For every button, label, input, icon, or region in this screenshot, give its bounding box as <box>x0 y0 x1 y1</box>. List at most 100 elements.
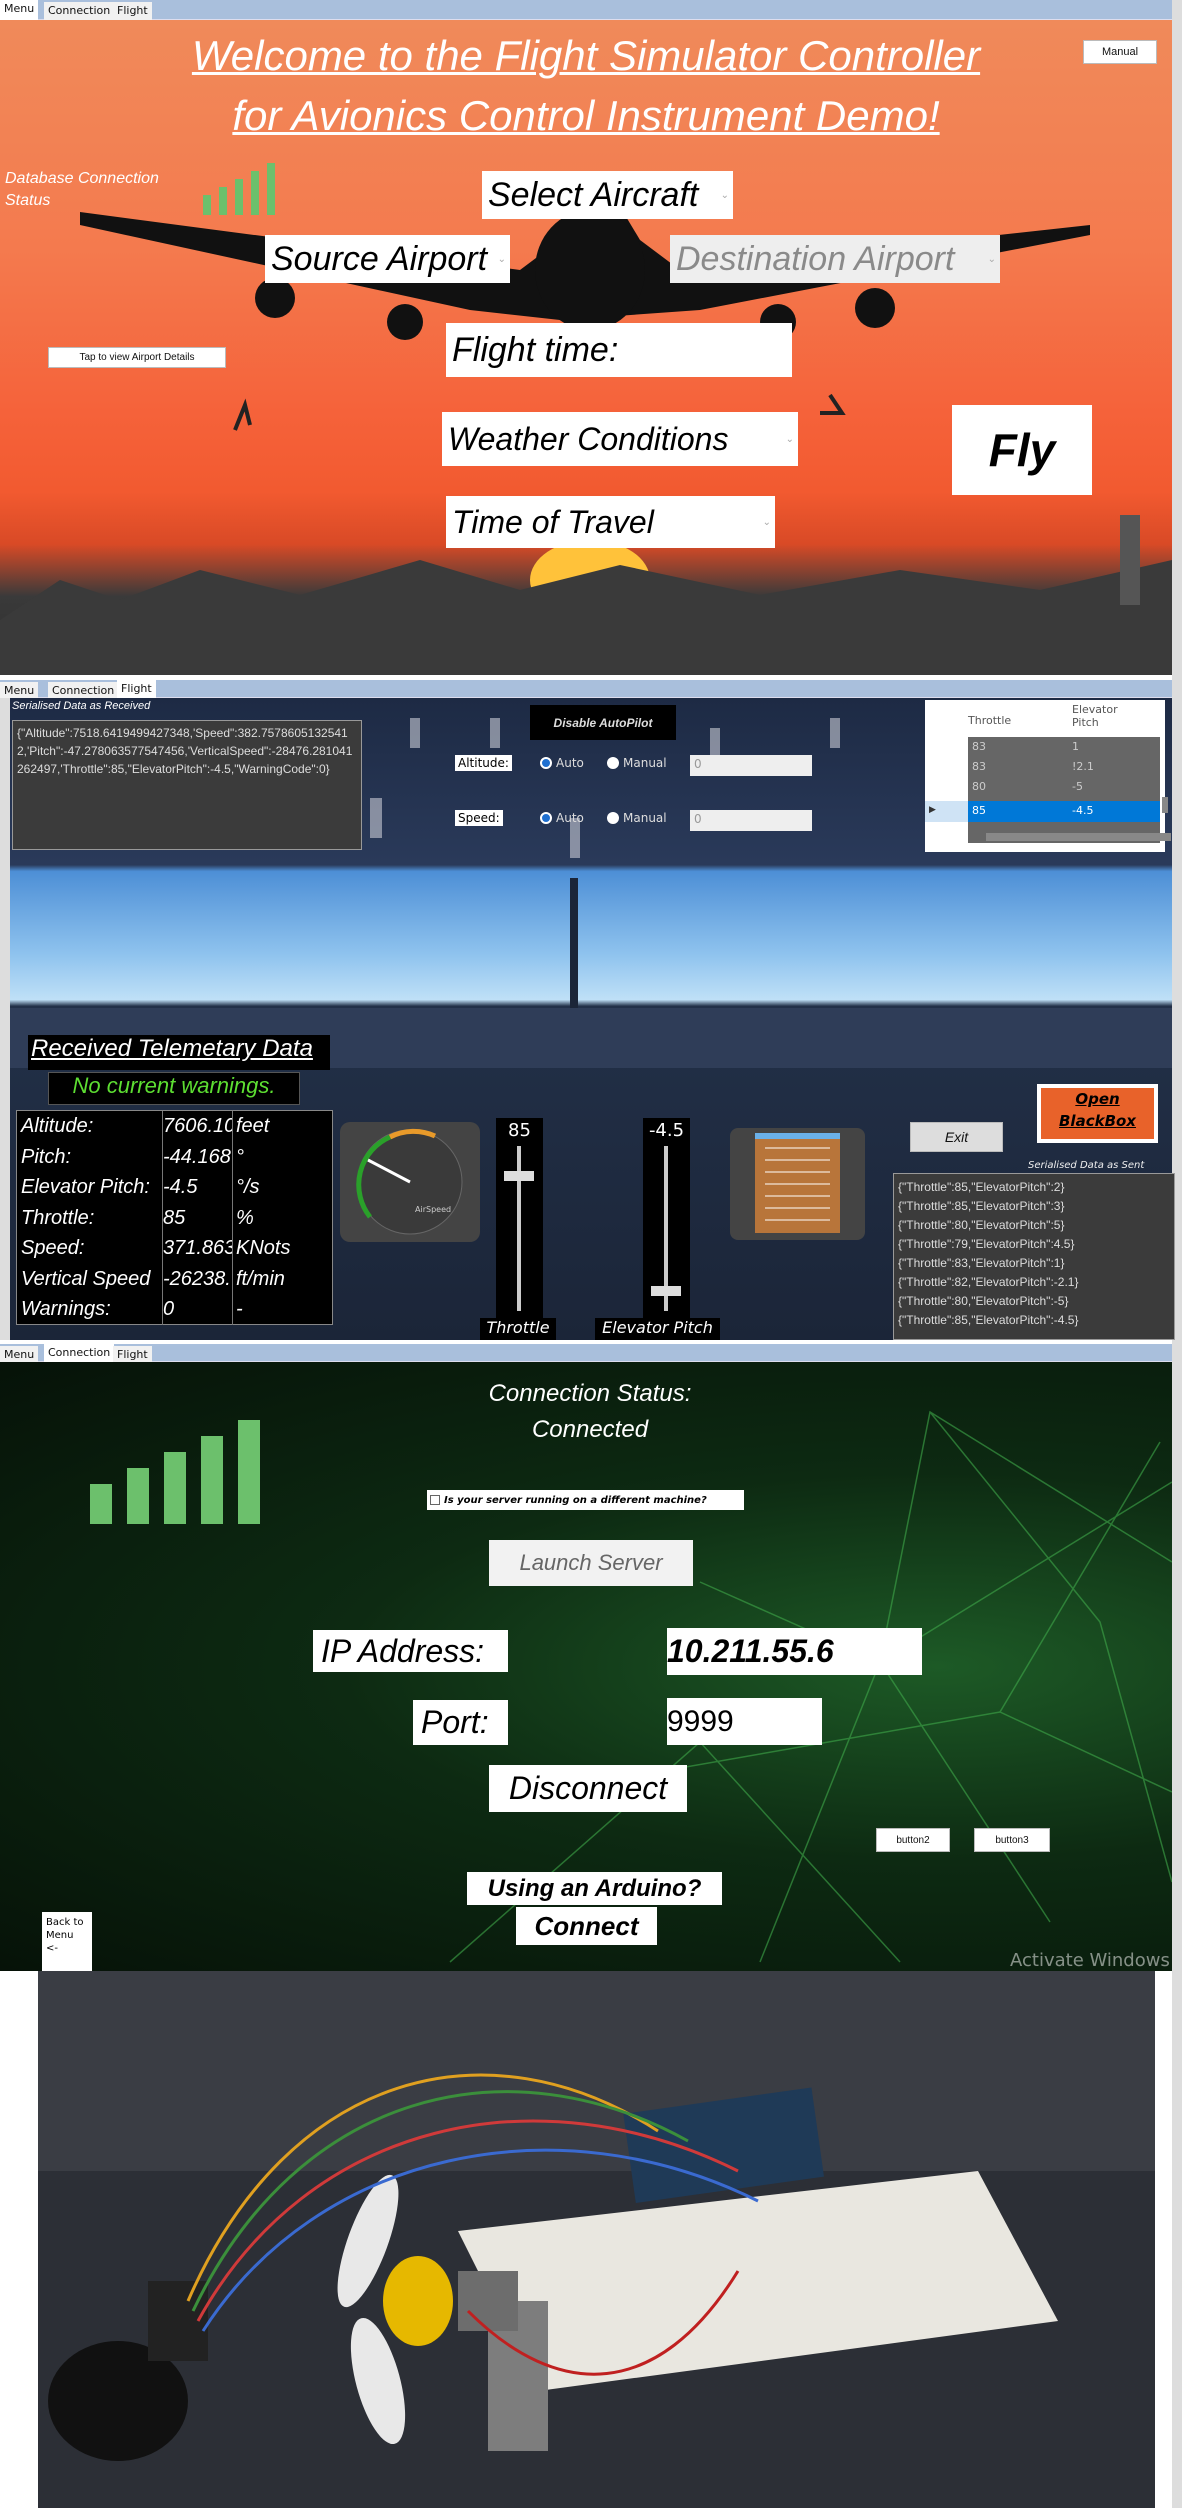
telemetry-unit: % <box>236 1206 254 1229</box>
welcome-title-line2: for Avionics Control Instrument Demo! <box>232 92 940 139</box>
sent-data-item[interactable]: {"Throttle":80,"ElevatorPitch":5} <box>898 1216 1170 1235</box>
sent-data-list[interactable]: {"Throttle":85,"ElevatorPitch":2} {"Throt… <box>893 1173 1175 1340</box>
sent-data-item[interactable]: {"Throttle":85,"ElevatorPitch":2} <box>898 1178 1170 1197</box>
grid-row[interactable]: 83 !2.1 <box>968 760 1160 780</box>
weather-conditions-dropdown[interactable]: Weather Conditions ⌄ <box>442 412 798 466</box>
airport-details-button[interactable]: Tap to view Airport Details <box>48 347 226 368</box>
grid-row-selected[interactable]: 85 -4.5 <box>968 801 1160 822</box>
elevator-pitch-slider-thumb[interactable] <box>651 1286 681 1296</box>
tab-bar: Menu Connection Flight <box>0 0 1172 20</box>
telemetry-label: Vertical Speed <box>17 1263 163 1294</box>
speed-auto-radio[interactable]: Auto <box>540 811 584 825</box>
sent-data-item[interactable]: {"Throttle":83,"ElevatorPitch":1} <box>898 1254 1170 1273</box>
sent-data-item[interactable]: {"Throttle":82,"ElevatorPitch":-2.1} <box>898 1273 1170 1292</box>
disconnect-button[interactable]: Disconnect <box>489 1765 687 1812</box>
db-signal-icon <box>203 163 293 215</box>
warning-status: No current warnings. <box>48 1072 300 1105</box>
grid-horizontal-scrollbar[interactable] <box>986 833 1171 841</box>
sent-data-label: Serialised Data as Sent <box>1028 1160 1145 1171</box>
telemetry-table: Altitude: 7606.10 feet Pitch: -44.168 ° Elevat… <box>16 1110 333 1325</box>
open-blackbox-button[interactable]: Open BlackBox <box>1037 1084 1158 1143</box>
throttle-slider-thumb[interactable] <box>504 1170 534 1181</box>
elevator-pitch-slider[interactable]: -4.5 <box>643 1118 690 1318</box>
telemetry-label: Altitude: <box>17 1111 163 1142</box>
telemetry-row: Elevator Pitch: -4.5 °/s <box>17 1172 332 1203</box>
airspeed-gauge-label: AirSpeed <box>415 1205 451 1214</box>
grid-row[interactable]: 83 1 <box>968 740 1160 760</box>
grid-row[interactable]: 80 -5 <box>968 780 1160 800</box>
source-airport-dropdown[interactable]: Source Airport ⌄ <box>265 235 510 283</box>
launch-server-button[interactable]: Launch Server <box>489 1540 693 1586</box>
altitude-auto-radio[interactable]: Auto <box>540 756 584 770</box>
telemetry-row: Warnings: 0- <box>17 1294 332 1325</box>
grid-header-throttle: Throttle <box>968 714 1012 727</box>
select-aircraft-dropdown[interactable]: Select Aircraft ⌄ <box>482 171 733 219</box>
weather-conditions-label: Weather Conditions <box>448 420 729 457</box>
speed-spinner[interactable]: 0 <box>690 810 812 831</box>
throttle-label: Throttle <box>480 1318 556 1340</box>
tab-connection[interactable]: Connection <box>44 1344 115 1362</box>
telemetry-value: 371.863 <box>163 1233 233 1264</box>
telemetry-value: -4.5 <box>163 1172 233 1203</box>
welcome-title-line1: Welcome to the Flight Simulator Controll… <box>191 32 981 79</box>
exit-button[interactable]: Exit <box>910 1122 1003 1152</box>
altitude-spinner[interactable]: 0 <box>690 755 812 776</box>
tab-connection[interactable]: Connection <box>44 2 115 20</box>
telemetry-label: Speed: <box>17 1233 163 1264</box>
airspeed-gauge: AirSpeed <box>340 1122 480 1242</box>
elevator-pitch-value: -4.5 <box>648 1120 685 1141</box>
connection-status-label: Connection Status: <box>488 1380 692 1407</box>
telemetry-row: Speed: 371.863 KNots <box>17 1233 332 1264</box>
tab-menu[interactable]: Menu <box>0 0 39 20</box>
tab-flight[interactable]: Flight <box>113 2 152 20</box>
radio-label: Manual <box>623 756 667 770</box>
speed-manual-radio[interactable]: Manual <box>607 811 667 825</box>
activate-windows-watermark: Activate Windows <box>1010 1950 1170 1971</box>
received-data-label: Serialised Data as Received <box>12 700 151 712</box>
throttle-slider[interactable]: 85 <box>496 1118 543 1318</box>
arduino-label: Using an Arduino? <box>467 1872 722 1905</box>
sent-data-grid: Throttle Elevator Pitch 83 1 83 !2.1 80 -5 … <box>925 700 1171 852</box>
back-to-menu-button[interactable]: Back to Menu <- <box>42 1912 92 1971</box>
telemetry-unit: °/s <box>236 1176 260 1198</box>
time-of-travel-dropdown[interactable]: Time of Travel ⌄ <box>446 496 775 548</box>
sent-data-item[interactable]: {"Throttle":85,"ElevatorPitch":3} <box>898 1197 1170 1216</box>
sent-data-item[interactable]: {"Throttle":80,"ElevatorPitch":-5} <box>898 1292 1170 1311</box>
radio-label: Auto <box>556 756 584 770</box>
flight-time-field[interactable]: Flight time: <box>446 323 792 377</box>
fly-button[interactable]: Fly <box>952 405 1092 495</box>
altitude-manual-radio[interactable]: Manual <box>607 756 667 770</box>
sent-data-item[interactable]: {"Throttle":79,"ElevatorPitch":4.5} <box>898 1235 1170 1254</box>
tab-bar: Menu Connection Flight <box>0 1344 1172 1364</box>
telemetry-unit: ° <box>236 1145 244 1168</box>
telemetry-value: -44.168 <box>163 1141 233 1172</box>
telemetry-title: Received Telemetary Data <box>28 1035 330 1070</box>
received-data-textbox[interactable]: {"Altitude":7518.6419499427348,'Speed":3… <box>12 720 362 850</box>
disable-autopilot-button[interactable]: Disable AutoPilot <box>530 705 676 740</box>
blackbox-icon: Open BlackBox <box>1041 1088 1154 1139</box>
source-airport-label: Source Airport <box>271 239 488 278</box>
menu-page: Welcome to the Flight Simulator Controll… <box>0 20 1172 675</box>
destination-airport-dropdown[interactable]: Destination Airport ⌄ <box>670 235 1000 283</box>
radio-checked-icon <box>540 757 552 769</box>
port-input[interactable]: 9999 <box>667 1698 822 1745</box>
arduino-connect-button[interactable]: Connect <box>516 1907 657 1945</box>
grid-vertical-scrollbar[interactable] <box>1162 797 1168 813</box>
button3[interactable]: button3 <box>974 1828 1050 1852</box>
row-selector-icon: ▶ <box>925 801 968 822</box>
sent-data-item[interactable]: {"Throttle":85,"ElevatorPitch":-4.5} <box>898 1311 1170 1330</box>
button2[interactable]: button2 <box>876 1828 950 1852</box>
different-machine-checkbox[interactable]: Is your server running on a different ma… <box>427 1490 744 1510</box>
left-border <box>0 698 10 1340</box>
arduino-hardware-photo <box>38 1971 1155 2508</box>
ip-address-label: IP Address: <box>313 1630 508 1672</box>
ip-address-input[interactable]: 10.211.55.6 <box>667 1628 922 1675</box>
telemetry-value: 0 <box>163 1294 233 1325</box>
radio-label: Manual <box>623 811 667 825</box>
manual-button[interactable]: Manual <box>1083 40 1157 64</box>
tab-flight[interactable]: Flight <box>117 680 156 698</box>
checkbox-unchecked-icon <box>430 1495 440 1505</box>
db-connection-status-label: Database Connection Status <box>5 170 159 209</box>
telemetry-label: Throttle: <box>17 1202 163 1233</box>
throttle-value: 85 <box>508 1120 531 1141</box>
